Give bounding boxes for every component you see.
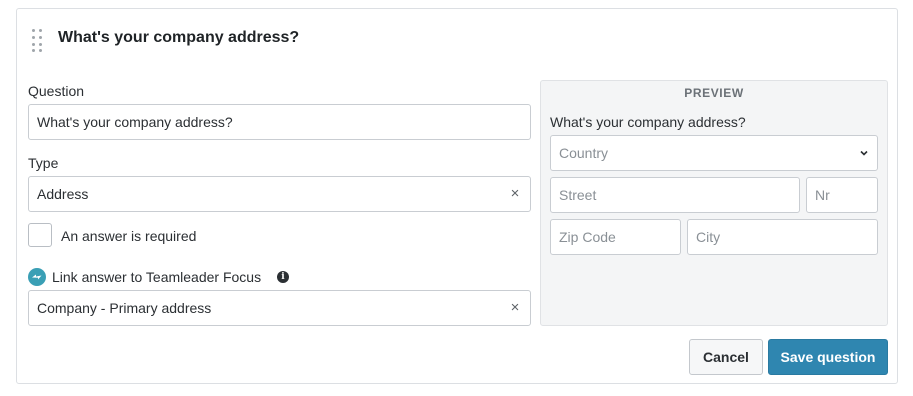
type-select[interactable]: Address × xyxy=(28,176,531,212)
preview-zip-input[interactable]: Zip Code xyxy=(550,219,681,255)
save-question-button[interactable]: Save question xyxy=(768,339,888,375)
info-icon[interactable]: i xyxy=(277,271,289,283)
preview-city-input[interactable]: City xyxy=(687,219,878,255)
chevron-down-icon xyxy=(859,145,869,161)
type-select-value: Address xyxy=(37,186,89,202)
question-editor-card: What's your company address? Question Wh… xyxy=(16,8,898,384)
cancel-button[interactable]: Cancel xyxy=(689,339,763,375)
teamleader-icon xyxy=(28,268,46,286)
preview-nr-placeholder: Nr xyxy=(815,187,830,203)
type-label: Type xyxy=(28,155,59,171)
preview-question: What's your company address? xyxy=(550,114,746,130)
card-title: What's your company address? xyxy=(58,29,300,46)
preview-nr-input[interactable]: Nr xyxy=(806,177,878,213)
preview-city-placeholder: City xyxy=(696,229,721,245)
question-input-value: What's your company address? xyxy=(37,114,233,130)
clear-type-icon[interactable]: × xyxy=(508,186,522,201)
preview-street-placeholder: Street xyxy=(559,187,597,203)
clear-link-icon[interactable]: × xyxy=(508,300,522,315)
preview-country-placeholder: Country xyxy=(559,145,609,161)
preview-zip-placeholder: Zip Code xyxy=(559,229,616,245)
link-select-value: Company - Primary address xyxy=(37,300,212,316)
preview-heading: PREVIEW xyxy=(684,86,744,100)
question-label: Question xyxy=(28,83,85,99)
preview-street-input[interactable]: Street xyxy=(550,177,800,213)
question-input[interactable]: What's your company address? xyxy=(28,104,531,140)
required-label[interactable]: An answer is required xyxy=(61,228,196,244)
preview-country-select[interactable]: Country xyxy=(550,135,878,171)
link-select[interactable]: Company - Primary address × xyxy=(28,290,531,326)
preview-panel: PREVIEW What's your company address? Cou… xyxy=(540,80,888,326)
link-label: Link answer to Teamleader Focus xyxy=(52,269,262,285)
drag-handle-icon[interactable] xyxy=(32,29,44,52)
required-checkbox[interactable] xyxy=(28,223,52,247)
